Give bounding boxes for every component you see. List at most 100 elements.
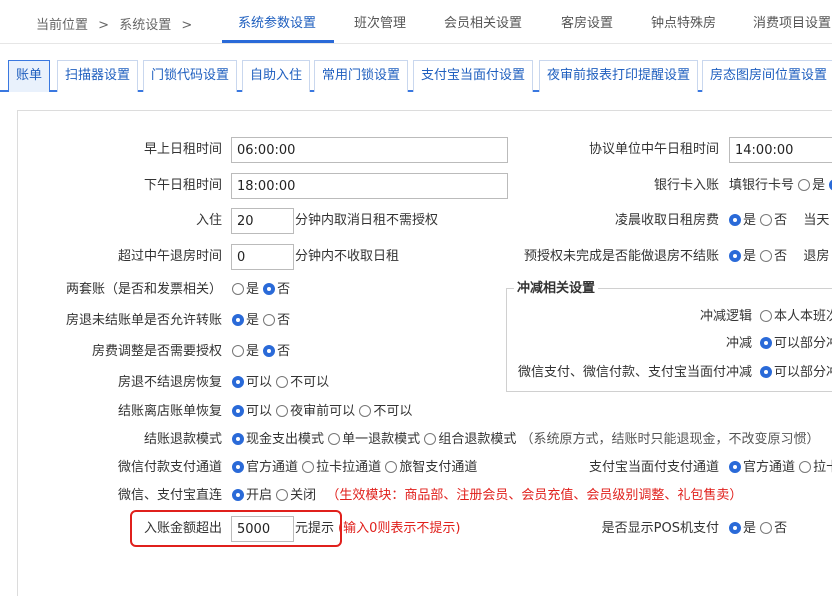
direct-connect-note: （生效模块：商品部、注册会员、会员充值、会员级别调整、礼包售卖） — [326, 488, 743, 503]
settle-restore-label: 结账离店账单恢复 — [117, 404, 222, 419]
agreement-noon-input[interactable] — [729, 137, 832, 163]
radio-icon[interactable] — [232, 345, 244, 357]
subtab-bill[interactable]: 账单 — [8, 60, 51, 92]
breadcrumb-sep: > — [181, 18, 193, 33]
tab-room-settings[interactable]: 客房设置 — [561, 12, 613, 31]
subtab-self-checkin[interactable]: 自助入住 — [242, 60, 311, 92]
checkout-transfer-label: 房退未结账单是否允许转账 — [65, 313, 222, 328]
afternoon-rent-input[interactable] — [231, 173, 508, 199]
radio-icon[interactable] — [276, 489, 289, 501]
checkout-transfer-options: 是 否 — [232, 308, 290, 334]
radio-icon[interactable] — [263, 314, 276, 326]
morning-rent-label: 早上日租时间 — [143, 142, 222, 157]
agreement-noon-label: 协议单位中午日租时间 — [588, 142, 719, 157]
checkout-restore-label: 房退不结退房恢复 — [117, 375, 222, 390]
subtab-night-audit-print[interactable]: 夜审前报表打印提醒设置 — [539, 60, 699, 92]
bank-card-options: 填银行卡号 是 — [729, 173, 832, 199]
preauth-label: 预授权未完成是否能做退房不结账 — [523, 249, 719, 264]
tab-system-params[interactable]: 系统参数设置 — [238, 12, 316, 31]
radio-selected-icon[interactable] — [232, 314, 244, 326]
alipay-channel-label: 支付宝当面付支付通道 — [588, 460, 719, 475]
pos-display-label: 是否显示POS机支付 — [601, 521, 719, 536]
early-rent-options: 是 否 当天 — [729, 208, 829, 234]
refund-mode-options: 现金支出模式 单一退款模式 组合退款模式 （系统原方式，结账时只能退现金，不改变… — [232, 427, 819, 453]
pay-offset-label: 微信支付、微信付款、支付宝当面付冲减 — [517, 365, 752, 380]
settle-restore-options: 可以 夜审前可以 不可以 — [232, 399, 412, 425]
radio-selected-icon[interactable] — [760, 366, 772, 378]
radio-selected-icon[interactable] — [729, 250, 741, 262]
radio-icon[interactable] — [232, 283, 244, 295]
subtab-common-lock[interactable]: 常用门锁设置 — [314, 60, 409, 92]
top-bar: 当前位置 > 系统设置 > 系统参数设置 班次管理 会员相关设置 客房设置 钟点… — [0, 0, 832, 44]
radio-icon[interactable] — [760, 522, 773, 534]
checkin-label: 入住 — [195, 213, 222, 228]
radio-icon[interactable] — [328, 433, 341, 445]
offset-logic-options: 本人本班次 — [760, 304, 832, 330]
wechat-channel-label: 微信付款支付通道 — [117, 460, 222, 475]
amount-alert-note: (输入0则表示不提示) — [338, 521, 461, 536]
pay-offset-options: 可以部分冲 — [760, 360, 832, 386]
radio-icon[interactable] — [302, 461, 315, 473]
morning-rent-input[interactable] — [231, 137, 508, 163]
radio-selected-icon[interactable] — [232, 433, 244, 445]
radio-selected-icon[interactable] — [232, 376, 244, 388]
radio-icon[interactable] — [276, 405, 289, 417]
subtab-lock-code[interactable]: 门锁代码设置 — [143, 60, 238, 92]
radio-selected-icon[interactable] — [760, 337, 772, 349]
two-accounts-options: 是 否 — [232, 277, 290, 303]
radio-selected-icon[interactable] — [263, 283, 276, 295]
rate-adjust-label: 房费调整是否需要授权 — [91, 344, 222, 359]
refund-mode-label: 结账退款模式 — [143, 432, 222, 447]
radio-selected-icon[interactable] — [729, 461, 741, 473]
breadcrumb: 当前位置 > 系统设置 > — [36, 14, 198, 33]
breadcrumb-current: 当前位置 — [36, 18, 89, 33]
over-noon-label: 超过中午退房时间 — [117, 249, 222, 264]
radio-selected-icon[interactable] — [263, 345, 276, 357]
two-accounts-label: 两套账（是否和发票相关） — [65, 282, 222, 297]
radio-icon[interactable] — [760, 250, 773, 262]
sub-tab-bar: 账单 扫描器设置 门锁代码设置 自助入住 常用门锁设置 支付宝当面付设置 夜审前… — [0, 56, 832, 92]
tab-shift-management[interactable]: 班次管理 — [354, 12, 406, 31]
checkout-restore-options: 可以 不可以 — [232, 370, 329, 396]
afternoon-rent-label: 下午日租时间 — [143, 178, 222, 193]
active-tab-underline — [222, 40, 334, 43]
radio-icon[interactable] — [359, 405, 372, 417]
radio-icon[interactable] — [276, 376, 289, 388]
radio-selected-icon[interactable] — [729, 522, 741, 534]
bank-card-label: 银行卡入账 — [653, 178, 719, 193]
tab-hourly-room[interactable]: 钟点特殊房 — [651, 12, 716, 31]
preauth-options: 是 否 退房 — [729, 244, 829, 270]
offset-logic-label: 冲减逻辑 — [699, 309, 752, 324]
radio-icon[interactable] — [760, 310, 772, 322]
radio-icon[interactable] — [798, 179, 811, 191]
early-rent-label: 凌晨收取日租房费 — [614, 213, 719, 228]
radio-selected-icon[interactable] — [232, 461, 244, 473]
subtab-room-position[interactable]: 房态图房间位置设置 — [702, 60, 832, 92]
tab-consumption-items[interactable]: 消费项目设置 — [753, 12, 831, 31]
radio-selected-icon[interactable] — [232, 489, 244, 501]
radio-icon[interactable] — [799, 461, 812, 473]
breadcrumb-system-settings[interactable]: 系统设置 — [119, 18, 171, 33]
checkin-minutes-input[interactable] — [231, 208, 294, 234]
checkin-suffix: 分钟内取消日租不需授权 — [295, 213, 439, 228]
direct-connect-options: 开启 关闭 （生效模块：商品部、注册会员、会员充值、会员级别调整、礼包售卖） — [232, 483, 742, 509]
tab-member-settings[interactable]: 会员相关设置 — [444, 12, 522, 31]
offset-options: 可以部分冲 — [760, 331, 832, 357]
refund-mode-note: （系统原方式，结账时只能退现金，不改变原习惯） — [520, 432, 820, 447]
offset-settings-legend: 冲减相关设置 — [514, 281, 599, 297]
radio-selected-icon[interactable] — [729, 214, 741, 226]
highlight-box — [130, 510, 342, 547]
radio-icon[interactable] — [760, 214, 773, 226]
pos-display-options: 是 否 — [729, 516, 787, 542]
over-noon-suffix: 分钟内不收取日租 — [295, 249, 400, 264]
over-noon-minutes-input[interactable] — [231, 244, 294, 270]
direct-connect-label: 微信、支付宝直连 — [117, 488, 222, 503]
subtab-alipay-f2f[interactable]: 支付宝当面付设置 — [413, 60, 534, 92]
radio-selected-icon[interactable] — [232, 405, 244, 417]
radio-icon[interactable] — [424, 433, 437, 445]
rate-adjust-options: 是 否 — [232, 339, 290, 365]
alipay-channel-options: 官方通道 拉卡 — [729, 455, 832, 481]
subtab-scanner[interactable]: 扫描器设置 — [57, 60, 139, 92]
breadcrumb-sep: > — [98, 18, 110, 33]
radio-icon[interactable] — [385, 461, 398, 473]
